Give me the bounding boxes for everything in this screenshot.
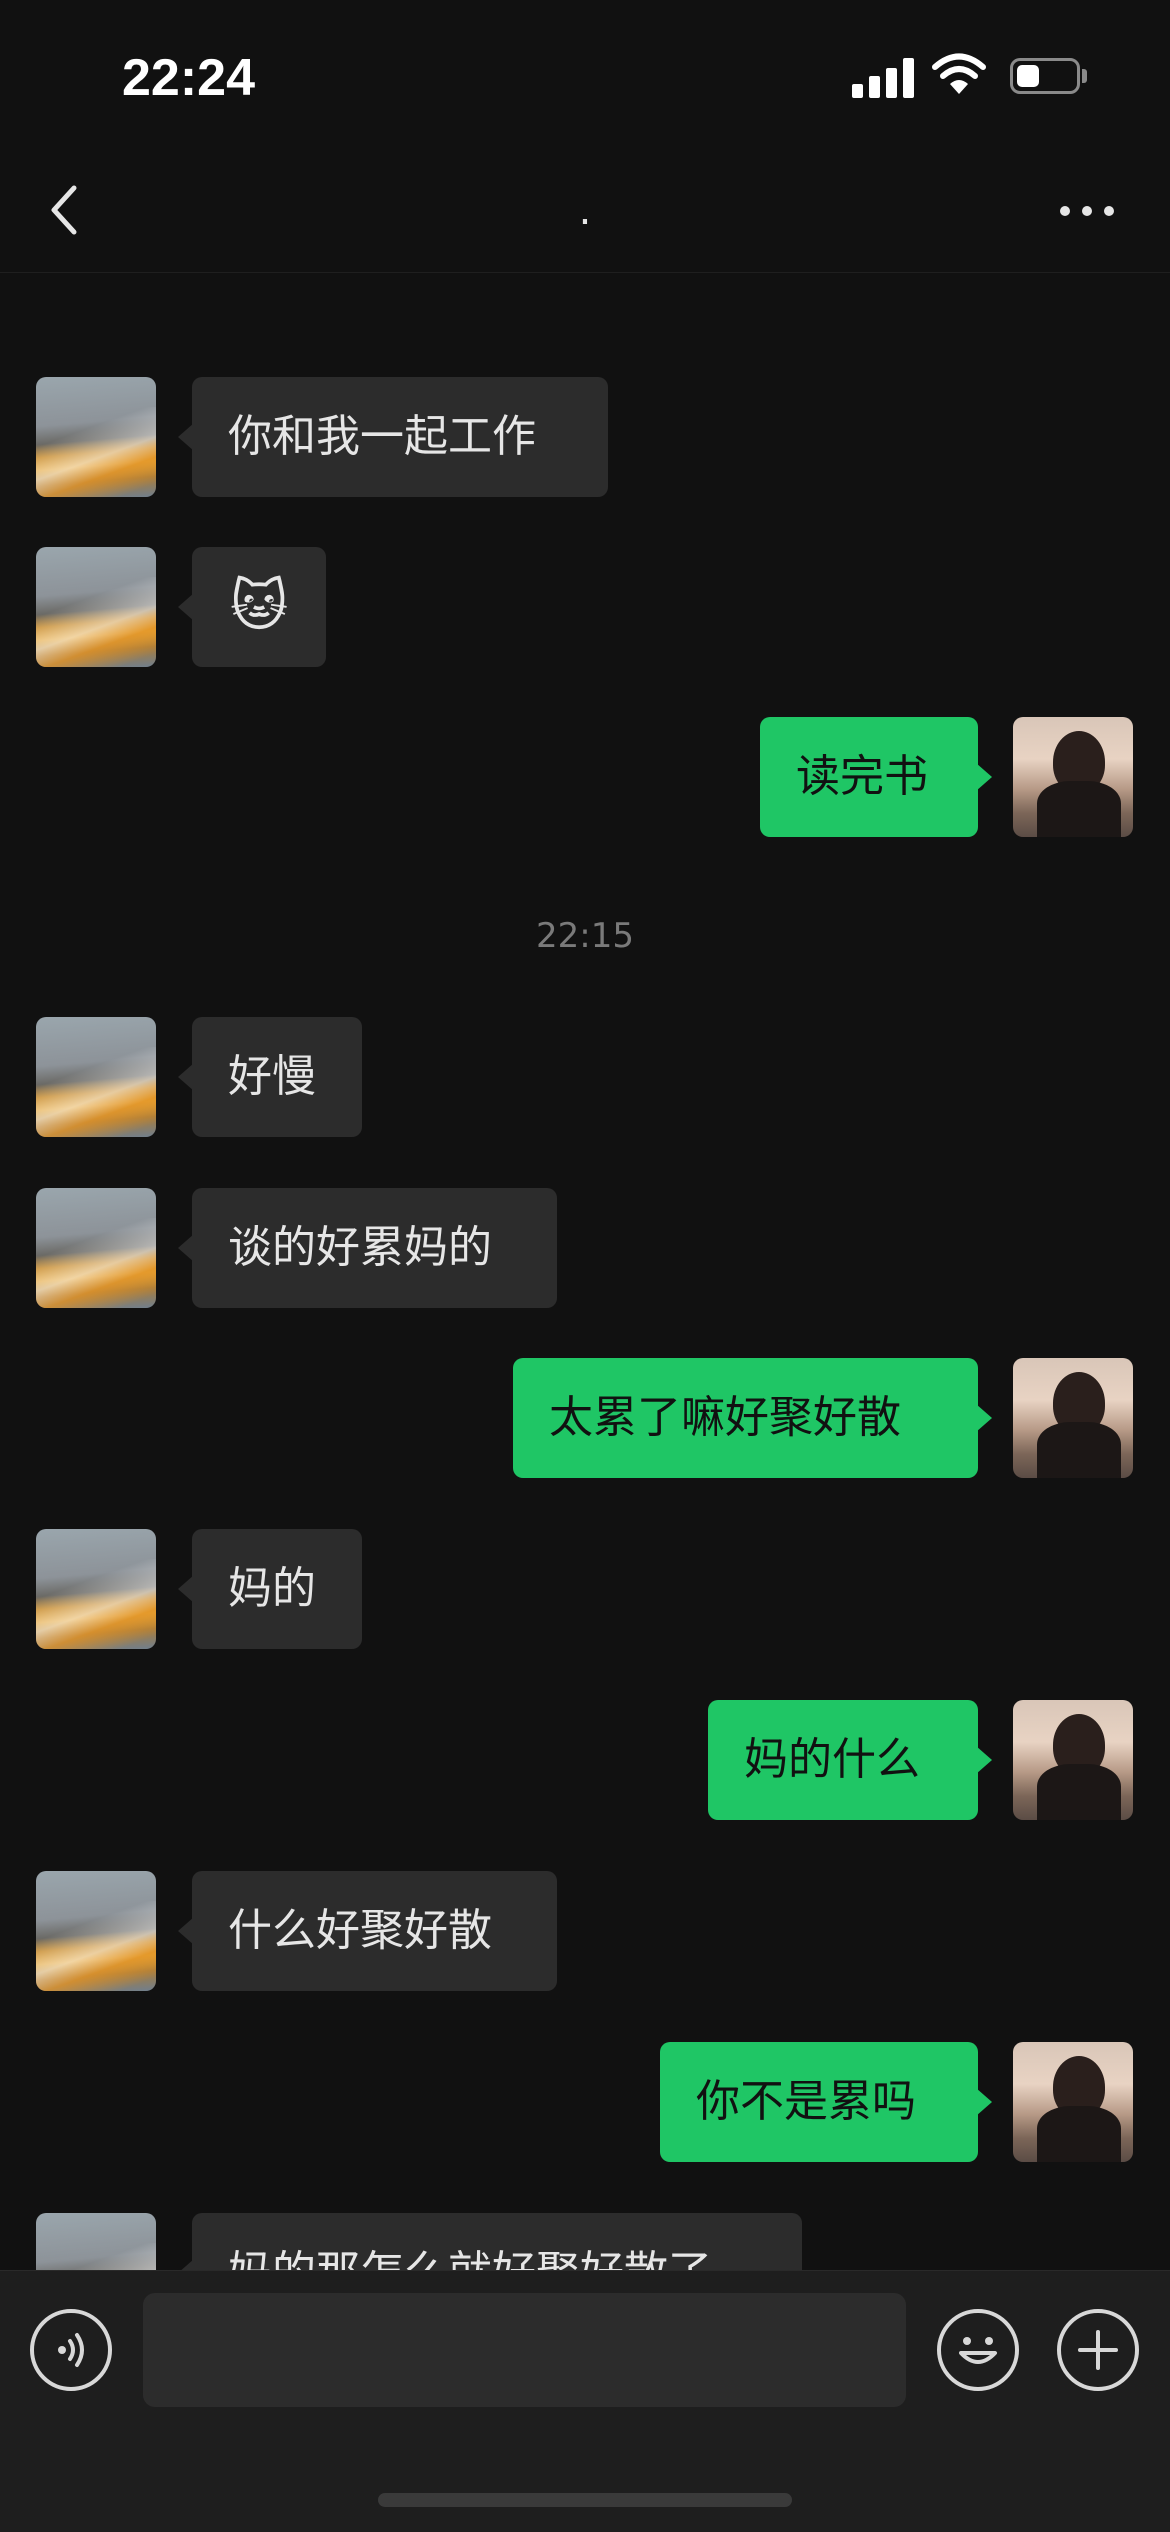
message-bubble-incoming[interactable]: 什么好聚好散	[178, 1871, 557, 1991]
message-row-incoming: 谈的好累妈的	[0, 1188, 1170, 1308]
avatar-self[interactable]	[1013, 1358, 1133, 1478]
message-bubble-emoji[interactable]: 🐱	[178, 547, 326, 667]
battery-tip	[1082, 69, 1087, 83]
plus-icon[interactable]	[1057, 2309, 1139, 2391]
status-bar: 22:24	[0, 0, 1170, 150]
message-input[interactable]	[143, 2293, 906, 2407]
chat-header: .	[0, 150, 1170, 273]
message-bubble-outgoing[interactable]: 妈的什么	[708, 1700, 992, 1820]
avatar-contact[interactable]	[36, 547, 156, 667]
message-bubble-outgoing[interactable]: 读完书	[760, 717, 992, 837]
chat-area[interactable]: 伤心 你和我一起工作 🐱 读完书 22:15 好慢 谈的好累妈的 太累了嘛好聚好…	[0, 273, 1170, 2270]
signal-icon	[852, 58, 914, 98]
message-row-outgoing: 太累了嘛好聚好散	[0, 1358, 1170, 1478]
avatar-contact[interactable]	[36, 2213, 156, 2270]
message-row-incoming: 妈的	[0, 1529, 1170, 1649]
avatar-contact[interactable]	[36, 1188, 156, 1308]
message-row-incoming: 🐱	[0, 547, 1170, 667]
message-row-outgoing: 读完书	[0, 717, 1170, 837]
message-bubble-incoming[interactable]: 好慢	[178, 1017, 362, 1137]
avatar-self[interactable]	[1013, 717, 1133, 837]
home-indicator	[378, 2493, 792, 2507]
message-bubble-incoming[interactable]: 妈的那怎么就好聚好散了	[178, 2213, 802, 2270]
more-icon[interactable]	[1060, 200, 1116, 220]
avatar-self[interactable]	[1013, 2042, 1133, 2162]
message-bubble-incoming[interactable]: 你和我一起工作	[178, 377, 608, 497]
message-row-outgoing: 你不是累吗	[0, 2042, 1170, 2162]
message-bubble-incoming[interactable]: 谈的好累妈的	[178, 1188, 557, 1308]
message-bubble-outgoing[interactable]: 你不是累吗	[660, 2042, 992, 2162]
wifi-icon	[932, 53, 986, 94]
message-row-incoming: 你和我一起工作	[0, 377, 1170, 497]
avatar-contact[interactable]	[36, 1017, 156, 1137]
message-bubble-outgoing[interactable]: 太累了嘛好聚好散	[513, 1358, 992, 1478]
message-row-incoming: 什么好聚好散	[0, 1871, 1170, 1991]
message-row-outgoing: 妈的什么	[0, 1700, 1170, 1820]
message-row-incoming: 好慢	[0, 1017, 1170, 1137]
battery-icon	[1010, 58, 1080, 94]
avatar-contact[interactable]	[36, 1871, 156, 1991]
message-bubble-incoming[interactable]: 妈的	[178, 1529, 362, 1649]
avatar-self[interactable]	[1013, 1700, 1133, 1820]
message-row-incoming: 妈的那怎么就好聚好散了	[0, 2213, 1170, 2270]
chevron-left-icon[interactable]	[40, 180, 90, 240]
voice-icon[interactable]	[30, 2309, 112, 2391]
smiley-icon[interactable]	[937, 2309, 1019, 2391]
status-time: 22:24	[122, 49, 255, 107]
avatar-contact[interactable]	[36, 1529, 156, 1649]
chat-title: .	[578, 188, 592, 234]
avatar-contact[interactable]	[36, 377, 156, 497]
battery-level	[1017, 65, 1039, 87]
timestamp: 22:15	[536, 916, 634, 956]
input-bar	[0, 2270, 1170, 2532]
